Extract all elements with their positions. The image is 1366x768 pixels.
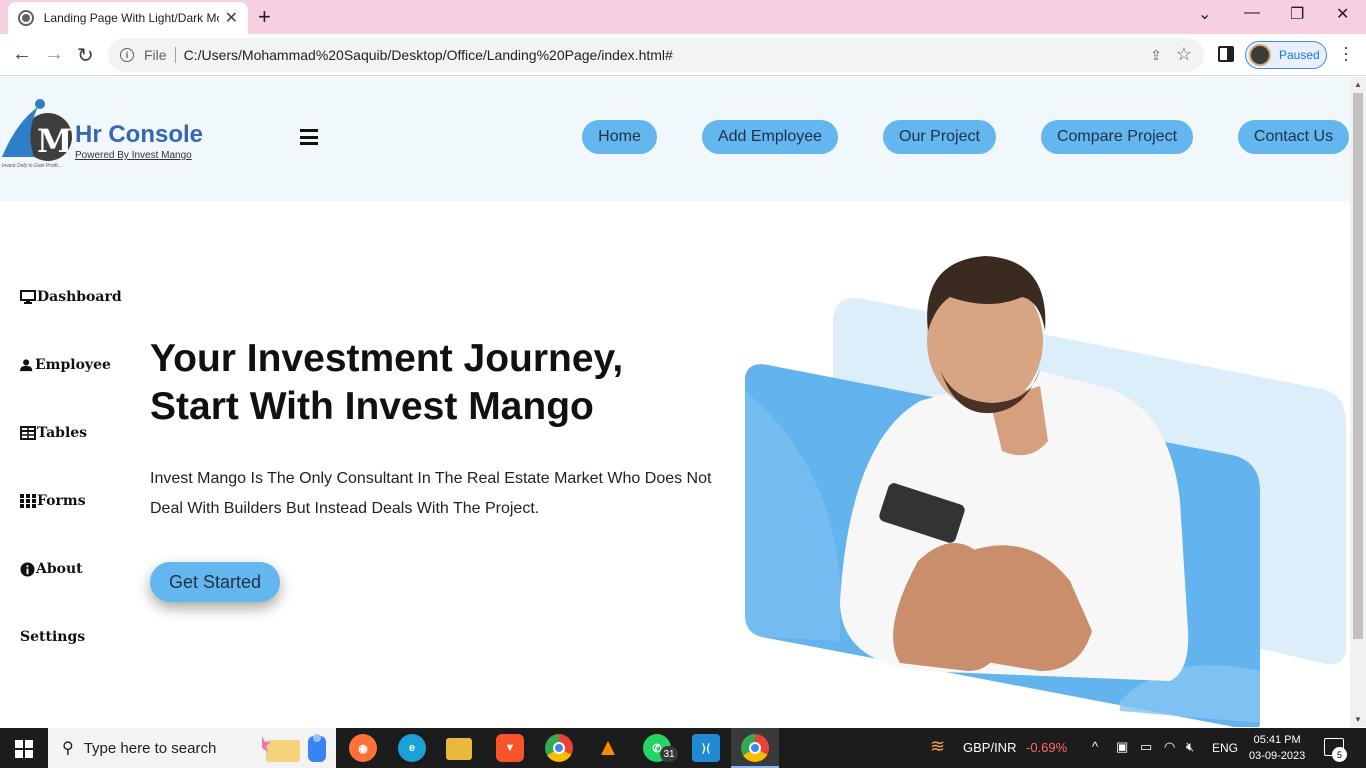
get-started-button[interactable]: Get Started	[150, 562, 280, 602]
brave-icon[interactable]: ▼	[496, 734, 524, 762]
grid-icon	[20, 494, 36, 508]
scrollbar-thumb[interactable]	[1353, 93, 1363, 639]
windows-taskbar: ⚲ Type here to search ◉ e ▼ ▲ ✆ 31 ⟩⟨ ≋ …	[0, 728, 1366, 768]
sidebar-item-label: Employee	[35, 357, 111, 373]
logo-text[interactable]: Hr Console Powered By Invest Mango	[75, 121, 203, 161]
sidebar-item-label: Forms	[37, 493, 86, 509]
hero-description-line: Invest Mango Is The Only Consultant In T…	[150, 470, 712, 487]
close-window-button[interactable]: ✕	[1336, 4, 1349, 24]
avatar	[1249, 44, 1271, 66]
search-highlight-icon	[262, 734, 326, 762]
profile-status: Paused	[1279, 48, 1320, 62]
sidebar-item-employee[interactable]: Employee	[20, 357, 111, 373]
nav-our-project[interactable]: Our Project	[883, 120, 996, 154]
user-icon	[20, 359, 33, 372]
battery-icon[interactable]: ▭	[1140, 739, 1152, 755]
clock-date: 03-09-2023	[1249, 750, 1306, 762]
logo-tagline: Invest Only to Gain Profit...	[2, 163, 62, 169]
table-icon	[20, 426, 36, 440]
reload-button[interactable]: ↻	[77, 43, 94, 68]
hero-description-line: Deal With Builders But Instead Deals Wit…	[150, 500, 540, 517]
search-icon: ⚲	[62, 740, 74, 757]
close-tab-icon[interactable]: ✕	[225, 8, 238, 28]
url-separator	[174, 47, 176, 63]
system-clock[interactable]: 05:41 PM 03-09-2023	[1249, 732, 1305, 764]
nav-compare-project[interactable]: Compare Project	[1041, 120, 1193, 154]
fx-change: -0.69%	[1026, 740, 1068, 755]
bookmark-star-icon[interactable]: ☆	[1176, 44, 1192, 65]
browser-menu-icon[interactable]: · · ·	[1343, 38, 1349, 68]
minimize-button[interactable]: —	[1244, 4, 1260, 22]
sidebar-item-settings[interactable]: Settings	[20, 629, 85, 645]
chrome-active-icon[interactable]	[741, 734, 769, 762]
address-bar[interactable]: i File C:/Users/Mohammad%20Saquib/Deskto…	[108, 38, 1204, 72]
hero-description: Invest Mango Is The Only Consultant In T…	[150, 464, 730, 524]
vscode-icon[interactable]: ⟩⟨	[692, 734, 720, 762]
tab-search-chevron-icon[interactable]: ⌄	[1198, 4, 1211, 24]
hamburger-menu-icon[interactable]	[300, 129, 318, 145]
sidebar-item-forms[interactable]: Forms	[20, 493, 86, 509]
hero-title-line: Your Investment Journey,	[150, 337, 624, 380]
url-text[interactable]: C:/Users/Mohammad%20Saquib/Desktop/Offic…	[184, 47, 673, 63]
nav-add-employee[interactable]: Add Employee	[702, 120, 838, 154]
file-explorer-icon[interactable]	[446, 738, 472, 760]
new-tab-button[interactable]: +	[258, 4, 271, 30]
browser-toolbar: ← → ↻ i File C:/Users/Mohammad%20Saquib/…	[0, 34, 1366, 76]
sidebar-item-dashboard[interactable]: Dashboard	[20, 289, 122, 305]
svg-text:M: M	[37, 122, 72, 160]
clock-time: 05:41 PM	[1253, 734, 1301, 746]
language-indicator[interactable]: ENG	[1212, 741, 1238, 755]
browser-tab[interactable]: Landing Page With Light/Dark Mode ✕	[8, 2, 248, 34]
restore-button[interactable]: ❐	[1290, 4, 1304, 24]
wifi-icon[interactable]: ◠	[1164, 739, 1175, 755]
site-info-icon[interactable]: i	[120, 48, 134, 62]
invest-mango-logo-icon[interactable]: M	[0, 95, 76, 171]
desktop-icon	[20, 290, 36, 304]
logo-title: Hr Console	[75, 121, 204, 148]
hero-illustration	[745, 256, 1346, 727]
search-placeholder: Type here to search	[83, 739, 217, 757]
side-panel-icon[interactable]	[1218, 46, 1234, 62]
volume-muted-icon[interactable]: 🔇︎	[1186, 739, 1194, 755]
vlc-icon[interactable]: ▲	[594, 734, 622, 762]
nav-contact-us[interactable]: Contact Us	[1238, 120, 1349, 154]
globe-icon	[18, 10, 34, 26]
site-header: M Hr Console Powered By Invest Mango Inv…	[0, 77, 1350, 201]
hero-title-line: Start With Invest Mango	[150, 385, 594, 428]
sidebar-item-about[interactable]: About	[20, 561, 83, 577]
share-icon[interactable]: ⇪	[1150, 47, 1162, 64]
sidebar-item-label: Dashboard	[37, 289, 122, 305]
sidebar-item-tables[interactable]: Tables	[20, 425, 87, 441]
logo-subtitle-link[interactable]: Powered By Invest Mango	[75, 150, 203, 161]
sidebar-item-label: Settings	[20, 629, 86, 645]
sidebar-item-label: About	[36, 561, 83, 577]
chrome-icon[interactable]	[545, 734, 573, 762]
show-hidden-icons-chevron-icon[interactable]: ^	[1092, 739, 1098, 754]
forward-button[interactable]: →	[44, 43, 64, 66]
back-button[interactable]: ←	[12, 43, 32, 66]
stock-widget-icon[interactable]: ≋	[930, 736, 945, 757]
profile-button[interactable]: Paused	[1245, 41, 1327, 69]
scroll-down-icon[interactable]: ▼	[1354, 715, 1362, 724]
meet-now-icon[interactable]: ▣	[1116, 739, 1128, 755]
browser-tab-strip: Landing Page With Light/Dark Mode ✕ + ⌄ …	[0, 0, 1366, 34]
nav-home[interactable]: Home	[582, 120, 657, 154]
url-scheme-label: File	[144, 47, 167, 63]
taskbar-search-box[interactable]: ⚲ Type here to search	[48, 728, 336, 768]
fx-pair[interactable]: GBP/INR	[963, 740, 1016, 755]
tab-title: Landing Page With Light/Dark Mode	[43, 11, 219, 25]
edge-icon[interactable]: e	[398, 734, 426, 762]
scroll-up-icon[interactable]: ▲	[1354, 80, 1362, 89]
page-viewport: M Hr Console Powered By Invest Mango Inv…	[0, 77, 1350, 727]
sidebar-item-label: Tables	[37, 425, 88, 441]
hero-title: Your Investment Journey, Start With Inve…	[150, 335, 710, 431]
firefox-icon[interactable]: ◉	[349, 734, 377, 762]
windows-start-icon[interactable]	[15, 740, 33, 758]
whatsapp-unread-badge: 31	[660, 746, 678, 762]
notification-count-badge: 5	[1332, 747, 1347, 762]
page-scrollbar[interactable]: ▲ ▼	[1350, 77, 1366, 727]
info-icon	[20, 561, 35, 577]
